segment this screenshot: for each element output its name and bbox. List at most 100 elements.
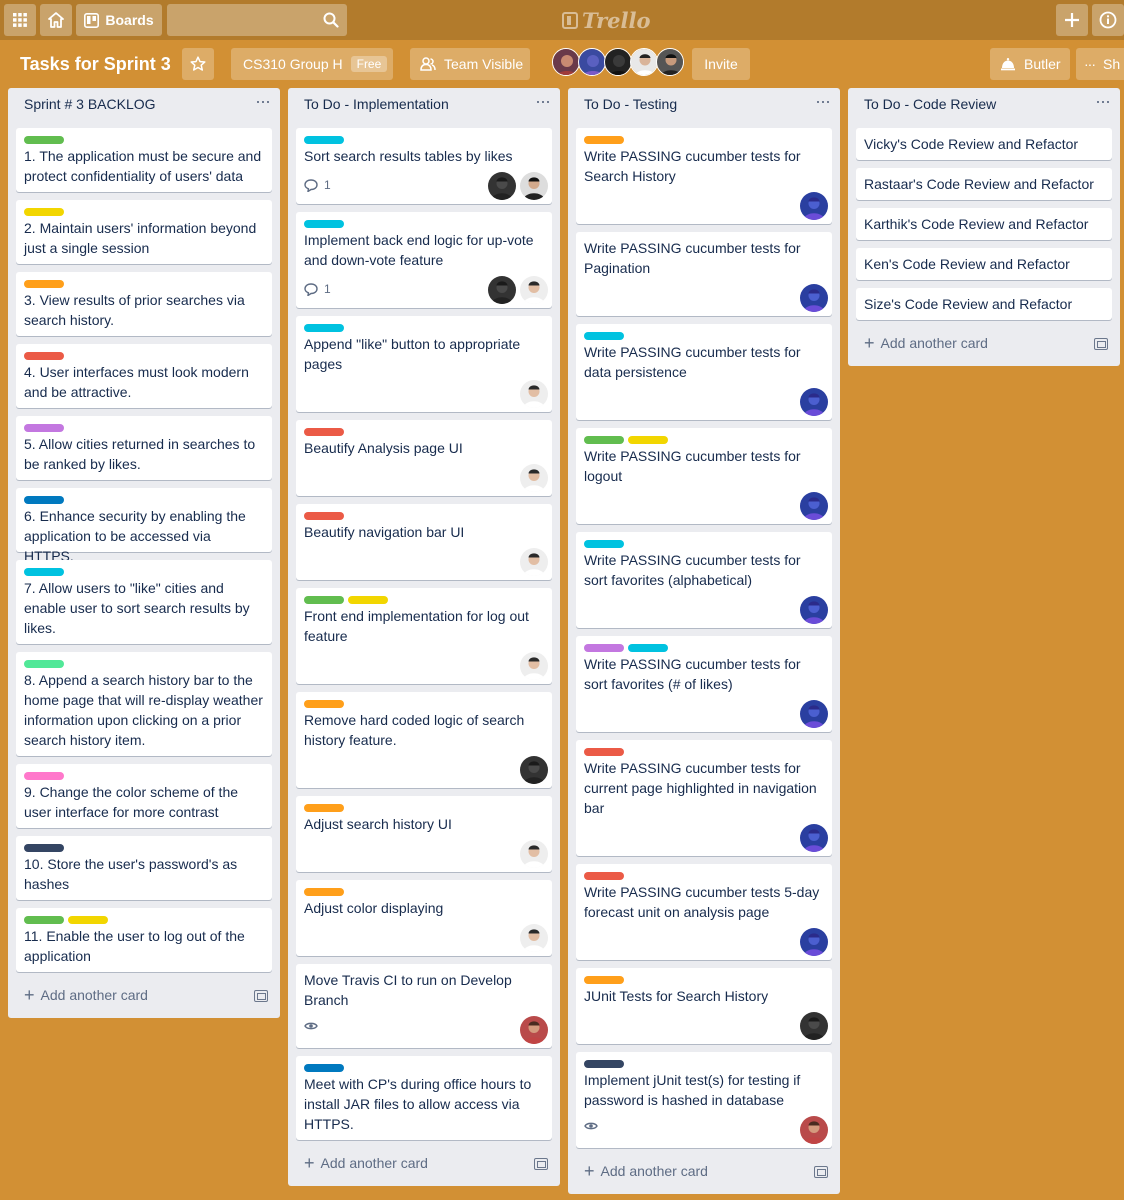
card[interactable]: Write PASSING cucumber tests for logout <box>576 428 832 524</box>
member-avatar[interactable] <box>800 824 828 852</box>
label-sky[interactable] <box>628 644 668 652</box>
card[interactable]: 9. Change the color scheme of the user i… <box>16 764 272 828</box>
add-card-button[interactable]: + Add another card <box>304 1154 428 1172</box>
list-title[interactable]: To Do - Code Review <box>864 96 996 112</box>
card[interactable]: Front end implementation for log out fea… <box>296 588 552 684</box>
label-red[interactable] <box>304 512 344 520</box>
label-green[interactable] <box>24 916 64 924</box>
card[interactable]: 4. User interfaces must look modern and … <box>16 344 272 408</box>
create-button[interactable] <box>1056 4 1088 36</box>
list-title[interactable]: To Do - Implementation <box>304 96 449 112</box>
member-avatar[interactable] <box>656 48 684 76</box>
label-red[interactable] <box>24 352 64 360</box>
card[interactable]: Meet with CP's during office hours to in… <box>296 1056 552 1140</box>
member-avatar[interactable] <box>520 380 548 408</box>
card[interactable]: Rastaar's Code Review and Refactor <box>856 168 1112 200</box>
label-orange[interactable] <box>24 280 64 288</box>
member-avatar[interactable] <box>604 48 632 76</box>
label-pink[interactable] <box>24 772 64 780</box>
card[interactable]: 2. Maintain users' information beyond ju… <box>16 200 272 264</box>
label-purple[interactable] <box>584 644 624 652</box>
label-black[interactable] <box>24 844 64 852</box>
card[interactable]: Remove hard coded logic of search histor… <box>296 692 552 788</box>
member-avatar[interactable] <box>800 596 828 624</box>
member-avatar[interactable] <box>800 1012 828 1040</box>
label-sky[interactable] <box>304 324 344 332</box>
label-black[interactable] <box>584 1060 624 1068</box>
member-avatar[interactable] <box>520 756 548 784</box>
member-avatar[interactable] <box>488 276 516 304</box>
home-button[interactable] <box>40 4 72 36</box>
card[interactable]: Implement jUnit test(s) for testing if p… <box>576 1052 832 1148</box>
card[interactable]: Write PASSING cucumber tests for sort fa… <box>576 636 832 732</box>
boards-button[interactable]: Boards <box>76 4 162 36</box>
member-avatar[interactable] <box>520 840 548 868</box>
member-avatar[interactable] <box>800 284 828 312</box>
card[interactable]: 3. View results of prior searches via se… <box>16 272 272 336</box>
card[interactable]: Size's Code Review and Refactor <box>856 288 1112 320</box>
label-green[interactable] <box>584 436 624 444</box>
member-avatar[interactable] <box>520 924 548 952</box>
info-button[interactable] <box>1092 4 1124 36</box>
label-lime[interactable] <box>24 660 64 668</box>
member-avatar[interactable] <box>520 1016 548 1044</box>
card-template-icon[interactable] <box>254 990 268 1002</box>
apps-button[interactable] <box>4 4 36 36</box>
member-avatar[interactable] <box>800 388 828 416</box>
list-title[interactable]: To Do - Testing <box>584 96 677 112</box>
card-template-icon[interactable] <box>1094 338 1108 350</box>
label-sky[interactable] <box>24 568 64 576</box>
search-input[interactable] <box>167 4 347 36</box>
label-orange[interactable] <box>304 888 344 896</box>
member-avatar[interactable] <box>630 48 658 76</box>
label-blue[interactable] <box>24 496 64 504</box>
member-avatar[interactable] <box>488 172 516 200</box>
card[interactable]: 7. Allow users to "like" cities and enab… <box>16 560 272 644</box>
list-menu-icon[interactable]: ··· <box>535 91 551 112</box>
card[interactable]: 1. The application must be secure and pr… <box>16 128 272 192</box>
label-green[interactable] <box>304 596 344 604</box>
list-menu-icon[interactable]: ··· <box>815 91 831 112</box>
card[interactable]: 8. Append a search history bar to the ho… <box>16 652 272 756</box>
card-template-icon[interactable] <box>534 1158 548 1170</box>
card[interactable]: Beautify navigation bar UI <box>296 504 552 580</box>
list-menu-icon[interactable]: ··· <box>255 91 271 112</box>
card[interactable]: 5. Allow cities returned in searches to … <box>16 416 272 480</box>
member-avatar[interactable] <box>578 48 606 76</box>
show-menu-button[interactable]: ··· Sh <box>1076 48 1124 80</box>
card[interactable]: Karthik's Code Review and Refactor <box>856 208 1112 240</box>
invite-button[interactable]: Invite <box>692 48 750 80</box>
card[interactable]: JUnit Tests for Search History <box>576 968 832 1044</box>
member-avatar[interactable] <box>800 192 828 220</box>
card[interactable]: Write PASSING cucumber tests 5-day forec… <box>576 864 832 960</box>
card[interactable]: 6. Enhance security by enabling the appl… <box>16 488 272 564</box>
member-avatar[interactable] <box>552 48 580 76</box>
card-template-icon[interactable] <box>814 1166 828 1178</box>
label-green[interactable] <box>24 136 64 144</box>
butler-button[interactable]: Butler <box>990 48 1070 80</box>
member-avatar[interactable] <box>800 1116 828 1144</box>
label-orange[interactable] <box>584 976 624 984</box>
member-avatar[interactable] <box>800 700 828 728</box>
member-avatar[interactable] <box>520 548 548 576</box>
member-avatar[interactable] <box>800 492 828 520</box>
add-card-button[interactable]: + Add another card <box>584 1162 708 1180</box>
card[interactable]: Append "like" button to appropriate page… <box>296 316 552 412</box>
label-orange[interactable] <box>304 700 344 708</box>
member-avatar[interactable] <box>800 928 828 956</box>
label-red[interactable] <box>584 748 624 756</box>
card[interactable]: Sort search results tables by likes 1 <box>296 128 552 204</box>
label-red[interactable] <box>584 872 624 880</box>
label-orange[interactable] <box>304 804 344 812</box>
trello-logo[interactable]: Trello <box>562 8 651 33</box>
member-avatar[interactable] <box>520 652 548 680</box>
label-red[interactable] <box>304 428 344 436</box>
card[interactable]: Vicky's Code Review and Refactor <box>856 128 1112 160</box>
card[interactable]: Beautify Analysis page UI <box>296 420 552 496</box>
label-blue[interactable] <box>304 1064 344 1072</box>
visibility-button[interactable]: Team Visible <box>410 48 530 80</box>
label-orange[interactable] <box>584 136 624 144</box>
star-button[interactable] <box>182 48 214 80</box>
label-sky[interactable] <box>304 136 344 144</box>
label-sky[interactable] <box>584 540 624 548</box>
